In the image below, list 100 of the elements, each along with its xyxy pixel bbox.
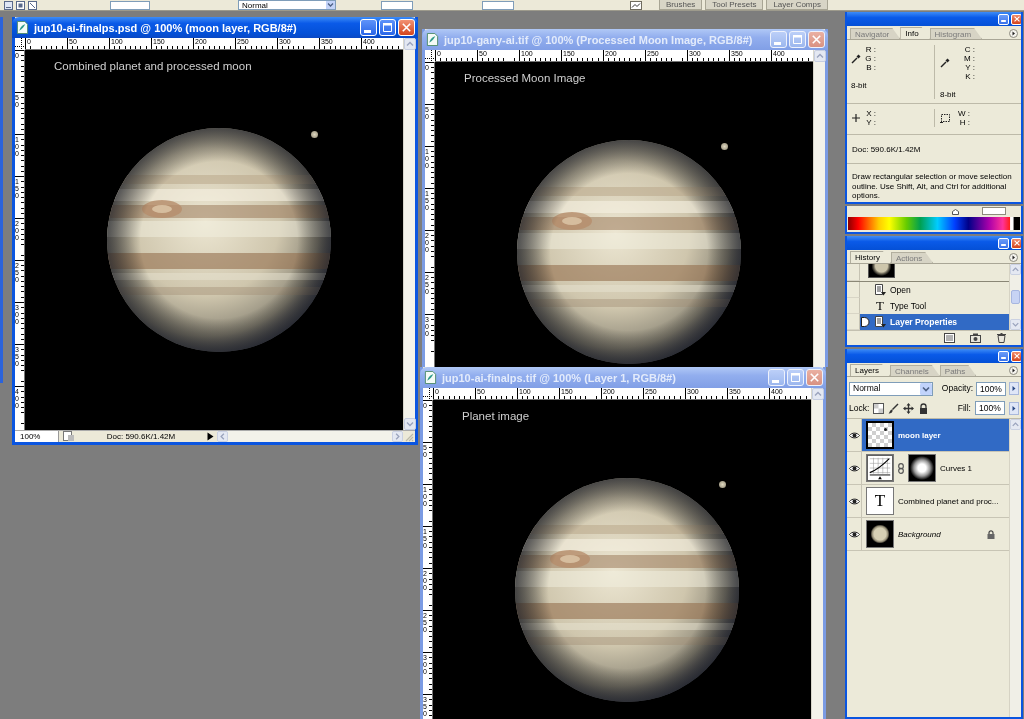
vertical-scrollbar[interactable]: [1009, 264, 1021, 330]
panel-tab[interactable]: History: [850, 251, 891, 263]
panel-menu-icon[interactable]: [1009, 253, 1018, 262]
opacity-label: Opacity:: [941, 384, 973, 393]
padlock-icon[interactable]: [918, 402, 930, 414]
close-button[interactable]: [808, 31, 825, 48]
history-state-icon: [874, 316, 886, 328]
mask-thumbnail: [908, 454, 936, 482]
vertical-scrollbar[interactable]: [813, 50, 825, 367]
panel-menu-icon[interactable]: [1009, 29, 1018, 38]
snapshot-thumbnail[interactable]: [868, 264, 895, 278]
channel-label: H :: [959, 118, 970, 127]
channel-label: M :: [963, 54, 975, 63]
ruler-origin-icon[interactable]: [423, 388, 433, 400]
selection-size-icon: [940, 113, 951, 123]
moon-icon: [719, 481, 726, 488]
tool-icon[interactable]: [16, 0, 25, 10]
layer-item[interactable]: moon layer: [862, 419, 1009, 451]
history-state-icon: [874, 284, 886, 296]
minimize-icon: [363, 29, 371, 33]
new-document-icon[interactable]: [944, 333, 955, 343]
bit-depth-label: 8-bit: [851, 81, 867, 90]
tool-hint: Draw rectangular selection or move selection outline. Use Shift, Alt, and Ctrl for additional options.: [851, 171, 1013, 202]
ruler-origin-icon[interactable]: [425, 50, 435, 62]
close-icon: [812, 35, 821, 44]
channel-label: R :: [865, 45, 876, 54]
channel-label: B :: [866, 63, 876, 72]
eye-icon[interactable]: [848, 464, 860, 472]
close-icon: [402, 23, 411, 32]
close-icon: [810, 373, 819, 382]
minimize-icon: [773, 41, 781, 45]
panel-menu-icon[interactable]: [1009, 366, 1018, 375]
moon-icon: [721, 143, 728, 150]
palette-tab[interactable]: Layer Comps: [766, 0, 828, 10]
document-icon: [426, 33, 439, 46]
brush-icon[interactable]: [888, 402, 900, 414]
fill-field[interactable]: 100%: [975, 401, 1005, 415]
window-title: jup10-gany-ai.tif @ 100% (Processed Moon Image, RGB/8#): [444, 33, 754, 46]
panel-tab[interactable]: Layers: [850, 364, 890, 376]
type-icon: T: [874, 300, 886, 312]
vertical-scrollbar[interactable]: [811, 388, 823, 719]
minimize-icon: [1000, 357, 1006, 359]
ruler-origin-icon[interactable]: [15, 38, 25, 50]
history-state[interactable]: Open: [860, 282, 1009, 298]
mode-dropdown[interactable]: Normal: [238, 0, 336, 10]
input-field[interactable]: [482, 0, 514, 10]
resize-grip-icon[interactable]: [403, 431, 415, 442]
opacity-field[interactable]: 100%: [976, 381, 1006, 396]
history-slider-icon[interactable]: [861, 317, 870, 327]
crosshair-icon: [851, 113, 861, 123]
channel-label: X :: [866, 109, 876, 118]
color-swatch-icon[interactable]: [982, 207, 1006, 215]
lock-transparency-icon[interactable]: [873, 402, 885, 414]
tool-icon[interactable]: [4, 0, 13, 10]
eye-icon[interactable]: [848, 530, 860, 538]
text-layer-thumbnail: T: [866, 487, 894, 515]
history-state[interactable]: Layer Properties: [860, 314, 1009, 330]
channel-label: G :: [865, 54, 876, 63]
maximize-icon: [791, 373, 800, 382]
camera-icon[interactable]: [970, 333, 981, 343]
scroll-thumb[interactable]: [1011, 290, 1020, 304]
transparency-thumbnail: [866, 421, 894, 449]
window-title: jup10-ai-finalps.tif @ 100% (Layer 1, RGB/8#): [442, 371, 677, 384]
close-button[interactable]: [806, 369, 823, 386]
maximize-icon: [793, 35, 802, 44]
history-state[interactable]: T Type Tool: [860, 298, 1009, 314]
channel-label: C :: [964, 45, 975, 54]
trash-icon[interactable]: [996, 333, 1007, 343]
minimize-icon: [771, 379, 779, 383]
lock-label: Lock:: [849, 403, 870, 413]
input-field[interactable]: [381, 0, 413, 10]
document-status-icon[interactable]: [63, 431, 74, 441]
layer-item[interactable]: Background: [862, 518, 1009, 550]
eye-icon[interactable]: [848, 497, 860, 505]
input-field[interactable]: [110, 0, 150, 10]
eye-icon[interactable]: [848, 431, 860, 439]
layer-item[interactable]: T Combined planet and proc...: [862, 485, 1009, 517]
eyedropper-icon: [940, 58, 950, 68]
move-icon[interactable]: [903, 402, 915, 414]
tool-icon[interactable]: [28, 0, 37, 10]
vertical-scrollbar[interactable]: [1009, 419, 1021, 717]
moon-icon: [311, 131, 318, 138]
right-triangle-icon[interactable]: [207, 432, 214, 441]
zoom-field[interactable]: 100%: [15, 431, 59, 442]
color-ramp[interactable]: [848, 217, 1020, 230]
palette-well-icon[interactable]: [630, 0, 642, 10]
palette-tab[interactable]: Tool Presets: [705, 0, 764, 10]
dropdown-arrow-icon: [326, 1, 335, 9]
document-icon: [424, 371, 437, 384]
slider-handle-icon[interactable]: [952, 209, 959, 215]
panel-tab[interactable]: Info: [900, 27, 930, 39]
chain-link-icon[interactable]: [898, 462, 904, 474]
layer-item[interactable]: Curves 1: [862, 452, 1009, 484]
blend-mode-dropdown[interactable]: Normal: [849, 381, 933, 396]
close-icon: [1013, 16, 1020, 22]
palette-tab[interactable]: Brushes: [659, 0, 703, 10]
close-icon: [1013, 353, 1020, 359]
curves-thumbnail: [866, 454, 894, 482]
channel-label: K :: [965, 72, 975, 81]
window-title: jup10-ai-finalps.psd @ 100% (moon layer, RGB/8#): [34, 21, 298, 34]
